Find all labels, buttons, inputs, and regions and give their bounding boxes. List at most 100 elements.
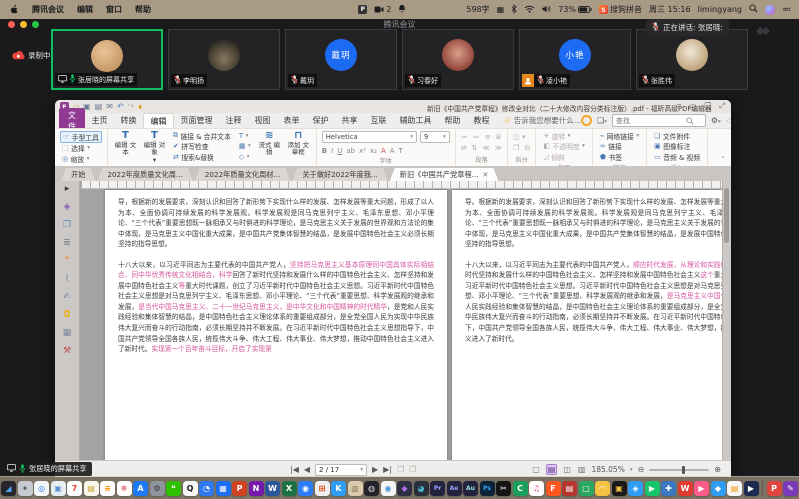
dock-icon-reminders[interactable]: ≡ <box>100 481 115 496</box>
dock-icon-premiere[interactable]: Pr <box>430 481 445 496</box>
search-document-icon[interactable]: ❏▾ <box>597 116 607 125</box>
ribbon-item-缩放[interactable]: ◎缩放▾ <box>60 154 102 164</box>
page-number-field[interactable]: 2 / 17 ▾ <box>315 464 367 476</box>
minimize-window-button[interactable] <box>20 21 27 28</box>
traffic-lights[interactable] <box>8 21 39 28</box>
dock-icon-tencent-docs[interactable]: ▦ <box>216 481 231 496</box>
ribbon-item-拼写检查[interactable]: ✔拼写检查 <box>171 142 233 152</box>
dock-icon-dark-player[interactable]: ▶ <box>744 481 759 496</box>
wifi-icon[interactable] <box>524 5 535 15</box>
tell-me-box[interactable]: ☉ 告诉我您想要什么... <box>504 115 581 126</box>
ribbon-insert-icon-button[interactable]: T▾ <box>237 131 253 141</box>
ribbon-item-编辑 对象[interactable]: T编辑 对象▾ <box>142 131 167 165</box>
ribbon-tab-转换[interactable]: 转换 <box>114 114 143 128</box>
ribbon-glyph-button[interactable]: ⊟ <box>524 144 530 152</box>
battery-indicator[interactable]: 73% <box>558 5 592 14</box>
document-tab[interactable]: 2022年质量文化周材... <box>195 168 290 181</box>
comments-panel-icon[interactable]: ❞ <box>65 256 70 266</box>
previous-page-button[interactable]: ◀ <box>304 465 310 474</box>
security-panel-icon[interactable]: ◘ <box>63 310 70 320</box>
dock-icon-music[interactable]: ♫ <box>529 481 544 496</box>
apple-menu-icon[interactable] <box>10 3 19 16</box>
dock-icon-excel[interactable]: X <box>282 481 297 496</box>
dock-icon-pages[interactable]: ▤ <box>727 481 742 496</box>
ribbon-glyph-button[interactable]: ❐ <box>513 144 519 152</box>
find-box[interactable] <box>612 114 706 127</box>
document-tab[interactable]: 开始 <box>61 168 95 181</box>
zoom-level[interactable]: 185.05% <box>591 465 624 474</box>
menu-item-3[interactable]: 窗口 <box>106 4 122 15</box>
previous-view-button[interactable]: ❐ <box>397 465 404 474</box>
dock-icon-gem-app[interactable]: ◆ <box>711 481 726 496</box>
continuous-facing-layout-button[interactable]: ▥ <box>577 465 587 474</box>
close-window-button[interactable] <box>8 21 15 28</box>
mail-icon[interactable]: ✉ <box>106 102 113 111</box>
zoom-slider-knob[interactable] <box>682 466 685 474</box>
dock-icon-pink-video-app[interactable]: ▶ <box>694 481 709 496</box>
continuous-layout-button[interactable]: ▤ <box>546 464 558 475</box>
dock-icon-after-effects[interactable]: Ae <box>447 481 462 496</box>
stamp-icon[interactable]: ⬧ <box>138 102 142 112</box>
dock-icon-calendar[interactable]: 7 <box>67 481 82 496</box>
dock-icon-weiyun[interactable]: ◠ <box>595 481 610 496</box>
find-input[interactable] <box>616 117 684 125</box>
participant-tile[interactable]: 张胜伟 <box>636 29 748 90</box>
fields-panel-icon[interactable]: ▦ <box>63 328 72 338</box>
dock-icon-stocks[interactable]: ◢ <box>1 481 16 496</box>
dock-icon-keynote[interactable]: K <box>331 481 346 496</box>
document-tab[interactable]: 关于做好2022年度我... <box>292 168 387 181</box>
dock-icon-robot-app[interactable]: ▣ <box>612 481 627 496</box>
page-thumbnails-icon[interactable]: ❐ <box>63 220 71 230</box>
dock-icon-capcut[interactable]: ✂ <box>496 481 511 496</box>
back-icon[interactable]: ◁ <box>726 116 731 125</box>
facing-layout-button[interactable]: ◫ <box>562 465 572 474</box>
dock-icon-preview[interactable]: ▣ <box>51 481 66 496</box>
word-count[interactable]: 598字 <box>466 4 489 15</box>
font-style-button-ab[interactable]: ab <box>346 147 355 155</box>
ribbon-item-网络链接[interactable]: ⌁网络链接▾ <box>598 131 641 141</box>
next-page-button[interactable]: ▶ <box>372 465 378 474</box>
control-center-icon[interactable]: ≕ <box>782 5 791 15</box>
ribbon-tab-表单[interactable]: 表单 <box>277 114 306 128</box>
pdf-page-right[interactable]: 导。根据新的发展要求，深刻认识和回答了新形势下实现什么样的发展、怎样发展等重大问… <box>452 190 731 460</box>
ribbon-item-添加 文章框[interactable]: ⊓添加 文章框 <box>286 131 311 156</box>
undo-icon[interactable]: ↶ <box>117 102 124 111</box>
ribbon-item-手型工具[interactable]: ☞手型工具 <box>60 131 102 143</box>
zoom-out-button[interactable]: ⊖ <box>638 465 645 474</box>
scrollbar-thumb[interactable] <box>724 188 729 243</box>
ribbon-tab-辅助工具[interactable]: 辅助工具 <box>393 114 438 128</box>
next-view-button[interactable]: ❐ <box>409 465 416 474</box>
ribbon-item-文件附件[interactable]: ❏文件附件 <box>652 131 702 141</box>
dock-icon-edge-browser[interactable]: ◕ <box>414 481 429 496</box>
spotlight-search-icon[interactable] <box>749 4 758 15</box>
ribbon-tab-互联[interactable]: 互联 <box>364 114 393 128</box>
collapse-ribbon-icon[interactable]: ˄ <box>716 156 732 166</box>
ribbon-insert-icon-button[interactable]: ◇▾ <box>237 152 253 162</box>
menubar-username[interactable]: limingyang <box>698 5 742 14</box>
window-control-1[interactable]: ⌗ <box>677 101 681 111</box>
dock-icon-evernote[interactable]: C <box>513 481 528 496</box>
ribbon-item-搜索&替换[interactable]: ⇄搜索&替换 <box>171 152 233 162</box>
ribbon-item-链接 & 合并文本[interactable]: ⧉链接 & 合并文本 <box>171 131 233 141</box>
window-control-4[interactable]: ⤢ <box>719 101 725 111</box>
dock-icon-audition[interactable]: Au <box>463 481 478 496</box>
last-page-button[interactable]: ▶| <box>383 465 392 474</box>
dock-icon-dictionary[interactable]: ▤ <box>562 481 577 496</box>
ribbon-tab-页面管理[interactable]: 页面管理 <box>174 114 219 128</box>
dock-icon-recent-pdf[interactable]: P <box>767 481 782 496</box>
ribbon-tab-帮助[interactable]: 帮助 <box>438 114 467 128</box>
ribbon-tab-编辑[interactable]: 编辑 <box>143 113 174 128</box>
font-style-button-U[interactable]: U <box>337 147 342 155</box>
print-icon[interactable]: ▤ <box>95 102 103 111</box>
menu-item-4[interactable]: 帮助 <box>135 4 151 15</box>
pdf-page-left[interactable]: 导，根据新的发展要求，深刻认识和回答了新形势下实现什么样的发展、怎样发展等重大问… <box>105 190 447 460</box>
ribbon-item-音频 & 视频[interactable]: ▭音频 & 视频 <box>652 152 702 162</box>
ribbon-tab-共享[interactable]: 共享 <box>335 114 364 128</box>
dock-icon-onenote[interactable]: N <box>249 481 264 496</box>
ribbon-insert-icon-button[interactable]: ▦▾ <box>237 142 253 152</box>
redo-icon[interactable]: ↷ <box>128 102 135 111</box>
ribbon-item-链接[interactable]: ∞链接 <box>598 142 641 152</box>
window-control-2[interactable]: ▭ <box>689 101 696 111</box>
dock-icon-photoshop[interactable]: Ps <box>480 481 495 496</box>
dock-icon-foxit-pdf[interactable]: F <box>546 481 561 496</box>
